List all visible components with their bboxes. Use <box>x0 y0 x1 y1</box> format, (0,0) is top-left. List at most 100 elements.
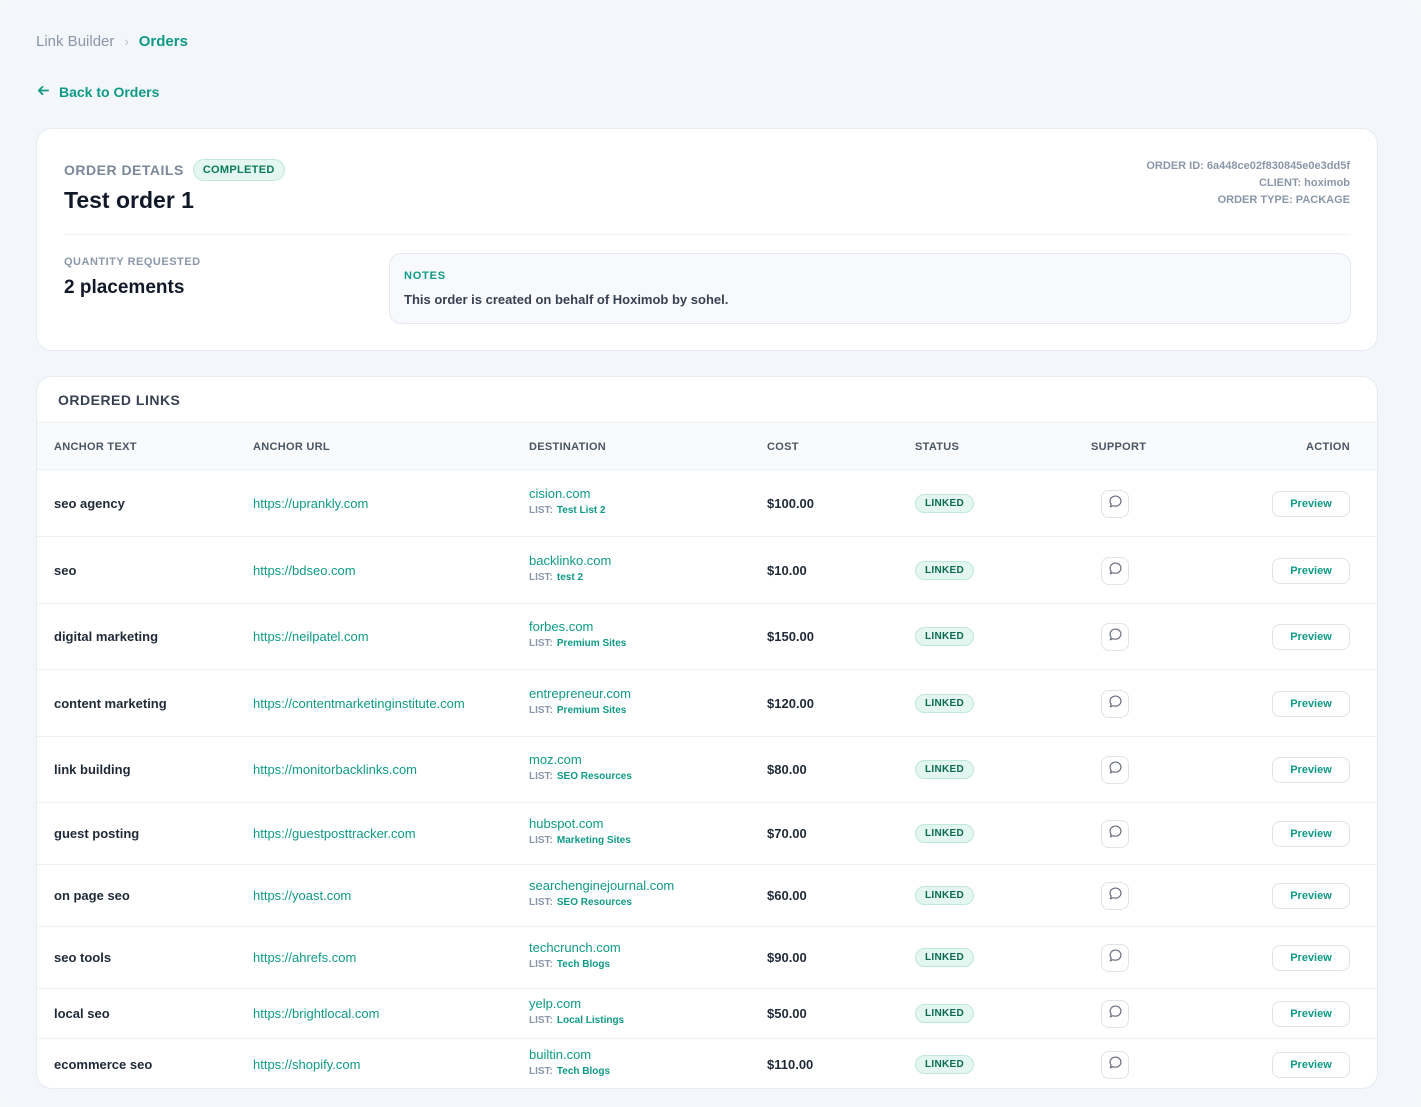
destination-list: LIST: Tech Blogs <box>529 1066 610 1077</box>
preview-button[interactable]: Preview <box>1272 945 1350 971</box>
breadcrumb-orders[interactable]: Orders <box>139 33 188 50</box>
order-id: ORDER ID: 6a448ce02f830845e0e3dd5f <box>1146 160 1350 172</box>
destination-list: LIST: test 2 <box>529 572 611 583</box>
list-name: Tech Blogs <box>556 1066 611 1077</box>
chat-bubble-icon <box>1108 694 1123 714</box>
list-label: LIST: <box>529 504 553 516</box>
anchor-url-link[interactable]: https://neilpatel.com <box>253 629 369 644</box>
anchor-url-link[interactable]: https://contentmarketinginstitute.com <box>253 696 465 711</box>
list-label: LIST: <box>529 835 553 846</box>
anchor-url-link[interactable]: https://monitorbacklinks.com <box>253 762 417 777</box>
list-name: Test List 2 <box>556 504 606 516</box>
status-badge: LINKED <box>915 948 975 967</box>
quantity-value: 2 placements <box>64 277 185 298</box>
status-badge: LINKED <box>915 1055 975 1074</box>
destination-cell: backlinko.com LIST: test 2 <box>529 553 611 583</box>
destination-link[interactable]: hubspot.com <box>529 816 631 831</box>
destination-cell: searchenginejournal.com LIST: SEO Resourc… <box>529 878 674 908</box>
list-label: LIST: <box>529 1066 553 1077</box>
support-chat-button[interactable] <box>1101 944 1129 972</box>
destination-cell: cision.com LIST: Test List 2 <box>529 486 606 516</box>
cost-value: $120.00 <box>767 695 814 711</box>
ordered-links-title: ORDERED LINKS <box>58 392 181 408</box>
breadcrumb-chevron-icon: › <box>124 34 129 49</box>
preview-button[interactable]: Preview <box>1272 1052 1350 1078</box>
anchor-url-link[interactable]: https://bdseo.com <box>253 563 356 578</box>
preview-button[interactable]: Preview <box>1272 757 1350 783</box>
list-label: LIST: <box>529 571 553 583</box>
anchor-url-link[interactable]: https://yoast.com <box>253 888 351 903</box>
support-chat-button[interactable] <box>1101 489 1129 518</box>
destination-link[interactable]: moz.com <box>529 752 632 767</box>
destination-link[interactable]: searchenginejournal.com <box>529 878 674 893</box>
cost-value: $90.00 <box>767 950 807 965</box>
quantity-label: QUANTITY REQUESTED <box>64 256 201 268</box>
table-row: ecommerce seo https://shopify.com builti… <box>37 1039 1377 1088</box>
preview-button[interactable]: Preview <box>1272 821 1350 847</box>
support-chat-button[interactable] <box>1101 623 1129 651</box>
details-divider <box>64 234 1350 235</box>
destination-list: LIST: Premium Sites <box>529 705 631 716</box>
destination-cell: forbes.com LIST: Premium Sites <box>529 619 626 649</box>
destination-link[interactable]: techcrunch.com <box>529 940 621 955</box>
preview-button[interactable]: Preview <box>1272 557 1350 584</box>
anchor-text: seo <box>54 562 77 578</box>
preview-button[interactable]: Preview <box>1272 690 1350 717</box>
anchor-url-link[interactable]: https://guestposttracker.com <box>253 826 416 841</box>
anchor-text: guest posting <box>54 826 140 841</box>
destination-link[interactable]: forbes.com <box>529 619 626 634</box>
destination-link[interactable]: entrepreneur.com <box>529 686 631 701</box>
support-chat-button[interactable] <box>1101 756 1129 784</box>
support-chat-button[interactable] <box>1101 1051 1129 1079</box>
breadcrumb-link-builder[interactable]: Link Builder <box>36 33 114 50</box>
destination-link[interactable]: builtin.com <box>529 1047 610 1062</box>
anchor-text: local seo <box>54 1006 110 1021</box>
list-name: Marketing Sites <box>556 835 631 846</box>
preview-button[interactable]: Preview <box>1272 624 1350 650</box>
app-frame: Link Builder › Orders Back to Orders ORD… <box>0 0 1421 1107</box>
support-chat-button[interactable] <box>1101 556 1129 585</box>
destination-list: LIST: Premium Sites <box>529 638 626 649</box>
anchor-url-link[interactable]: https://brightlocal.com <box>253 1006 379 1021</box>
destination-link[interactable]: backlinko.com <box>529 553 611 568</box>
anchor-text: digital marketing <box>54 629 159 644</box>
destination-cell: techcrunch.com LIST: Tech Blogs <box>529 940 621 970</box>
preview-button[interactable]: Preview <box>1272 1001 1350 1027</box>
table-row: link building https://monitorbacklinks.c… <box>37 737 1377 803</box>
chat-bubble-icon <box>1108 627 1123 647</box>
order-title: Test order 1 <box>64 187 194 213</box>
anchor-url-link[interactable]: https://shopify.com <box>253 1057 360 1072</box>
anchor-text: seo tools <box>54 950 112 965</box>
status-badge: LINKED <box>915 886 975 905</box>
anchor-text: content marketing <box>54 695 167 711</box>
back-to-orders-link[interactable]: Back to Orders <box>36 83 159 101</box>
list-label: LIST: <box>529 704 553 716</box>
table-row: content marketing https://contentmarketi… <box>37 670 1377 737</box>
chat-bubble-icon <box>1108 948 1123 968</box>
preview-button[interactable]: Preview <box>1272 490 1350 517</box>
status-badge: LINKED <box>915 760 975 779</box>
chat-bubble-icon <box>1108 1004 1123 1024</box>
destination-link[interactable]: yelp.com <box>529 996 624 1011</box>
list-label: LIST: <box>529 638 553 649</box>
anchor-url-link[interactable]: https://ahrefs.com <box>253 950 356 965</box>
destination-link[interactable]: cision.com <box>529 486 606 501</box>
table-row: digital marketing https://neilpatel.com … <box>37 604 1377 670</box>
support-chat-button[interactable] <box>1101 882 1129 910</box>
column-destination: DESTINATION <box>529 441 607 453</box>
preview-button[interactable]: Preview <box>1272 883 1350 909</box>
support-chat-button[interactable] <box>1101 1000 1129 1028</box>
chat-bubble-icon <box>1108 760 1123 780</box>
table-row: on page seo https://yoast.com searchengi… <box>37 865 1377 927</box>
order-details-card: ORDER DETAILS COMPLETED Test order 1 ORD… <box>36 128 1378 351</box>
table-row: seo agency https://uprankly.com cision.c… <box>37 470 1377 537</box>
list-label: LIST: <box>529 959 553 970</box>
order-client: CLIENT: hoximob <box>1258 177 1350 189</box>
anchor-url-link[interactable]: https://uprankly.com <box>253 496 368 511</box>
support-chat-button[interactable] <box>1101 820 1129 848</box>
destination-list: LIST: Local Listings <box>529 1015 624 1026</box>
table-row: guest posting https://guestposttracker.c… <box>37 803 1377 865</box>
support-chat-button[interactable] <box>1101 689 1129 718</box>
table-row: seo tools https://ahrefs.com techcrunch.… <box>37 927 1377 989</box>
notes-label: NOTES <box>404 270 446 282</box>
